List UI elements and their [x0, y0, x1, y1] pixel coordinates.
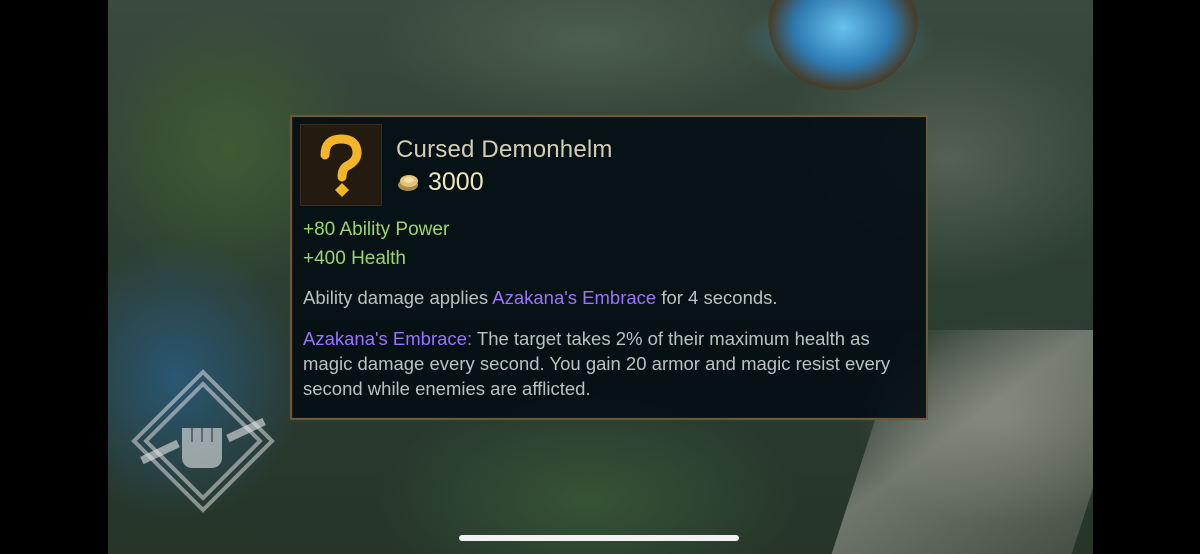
- passive-description: Ability damage applies Azakana's Embrace…: [303, 285, 913, 310]
- question-mark-icon: [300, 124, 382, 206]
- stat-ability-power: +80 Ability Power: [303, 219, 450, 240]
- detail-keyword: Azakana's Embrace:: [303, 328, 473, 349]
- item-cost: 3000: [396, 167, 484, 197]
- stat-health: +400 Health: [303, 248, 406, 269]
- passive-suffix: for 4 seconds.: [656, 287, 778, 308]
- home-indicator[interactable]: [459, 535, 739, 541]
- passive-keyword: Azakana's Embrace: [492, 287, 657, 308]
- cost-value: 3000: [428, 167, 484, 196]
- gold-coin-icon: [398, 175, 418, 191]
- stats-list: +80 Ability Power +400 Health: [303, 215, 449, 273]
- fist-wrench-emblem-icon[interactable]: [130, 368, 276, 514]
- item-name: Cursed Demonhelm: [396, 136, 613, 163]
- passive-prefix: Ability damage applies: [303, 287, 493, 308]
- fountain: [768, 0, 918, 90]
- passive-detail: Azakana's Embrace: The target takes 2% o…: [303, 326, 913, 401]
- item-tooltip: Cursed Demonhelm 3000 +80 Ability Power …: [290, 115, 928, 420]
